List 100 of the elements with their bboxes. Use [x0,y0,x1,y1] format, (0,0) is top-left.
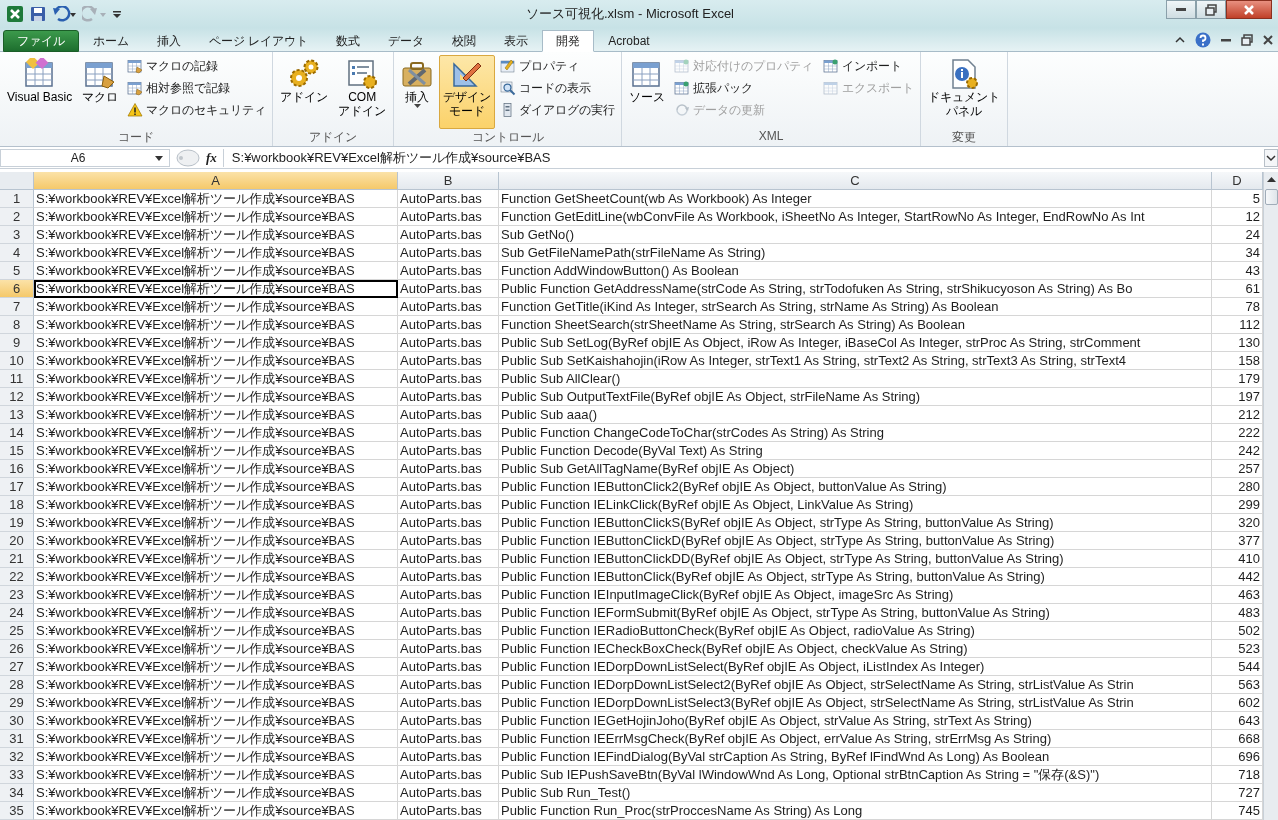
row-header[interactable]: 29 [0,694,34,712]
row-header[interactable]: 4 [0,244,34,262]
table-cell[interactable]: Public Function IEFormSubmit(ByRef objIE As Object, strType As String, buttonValue As String) [499,604,1212,622]
table-cell[interactable]: S:¥workbook¥REV¥Excel解析ツール作成¥source¥BAS [34,568,398,586]
column-header[interactable]: B [398,172,499,190]
row-header[interactable]: 30 [0,712,34,730]
table-cell[interactable]: S:¥workbook¥REV¥Excel解析ツール作成¥source¥BAS [34,298,398,316]
row-header[interactable]: 26 [0,640,34,658]
table-cell[interactable]: Public Sub Run_Test() [499,784,1212,802]
expand-icon[interactable] [1264,149,1278,167]
table-cell[interactable]: Function GetSheetCount(wb As Workbook) As Integer [499,190,1212,208]
table-cell[interactable]: AutoParts.bas [398,280,499,298]
row-header[interactable]: 22 [0,568,34,586]
table-cell[interactable]: AutoParts.bas [398,532,499,550]
table-cell[interactable]: S:¥workbook¥REV¥Excel解析ツール作成¥source¥BAS [34,802,398,820]
table-cell[interactable]: AutoParts.bas [398,766,499,784]
table-cell[interactable]: S:¥workbook¥REV¥Excel解析ツール作成¥source¥BAS [34,280,398,298]
row-header[interactable]: 15 [0,442,34,460]
table-cell[interactable]: AutoParts.bas [398,514,499,532]
table-cell[interactable]: Public Sub GetAllTagName(ByRef objIE As Object) [499,460,1212,478]
ribbon-button[interactable]: ドキュメント パネル [924,55,1005,129]
table-cell[interactable]: Public Function IEButtonClickS(ByRef objIE As Object, strType As String, buttonValue As String) [499,514,1212,532]
ribbon-tab[interactable]: Acrobat [594,30,664,52]
ribbon-button[interactable]: COM アドイン [334,55,391,129]
ribbon-button[interactable]: マクロ [78,55,123,129]
ribbon-button[interactable]: プロパティ [497,55,619,77]
ribbon-tab[interactable]: 校閲 [438,30,491,52]
ribbon-button[interactable]: 挿入 [397,55,438,129]
table-cell[interactable]: AutoParts.bas [398,658,499,676]
scroll-thumb[interactable] [1265,189,1278,205]
row-header[interactable]: 7 [0,298,34,316]
table-cell[interactable]: Function GetEditLine(wbConvFile As Workbook, iSheetNo As Integer, StartRowNo As Integer, EndRowNo As Int [499,208,1212,226]
ribbon-tab[interactable]: データ [374,30,439,52]
table-cell[interactable]: AutoParts.bas [398,208,499,226]
column-header[interactable]: C [499,172,1212,190]
table-cell[interactable]: Function SheetSearch(strSheetName As String, strSearch As String) As Boolean [499,316,1212,334]
ribbon-tab[interactable]: 表示 [490,30,543,52]
ribbon-tab[interactable]: 挿入 [143,30,195,52]
table-cell[interactable]: S:¥workbook¥REV¥Excel解析ツール作成¥source¥BAS [34,550,398,568]
table-cell[interactable]: Public Function IEButtonClick2(ByRef objIE As Object, buttonValue As String) [499,478,1212,496]
ribbon-tab[interactable]: 数式 [322,30,375,52]
ribbon-button[interactable]: ソース [625,55,670,129]
table-cell[interactable]: AutoParts.bas [398,352,499,370]
ribbon-button[interactable]: ダイアログの実行 [497,99,619,121]
restore-icon[interactable] [1241,33,1253,46]
table-cell[interactable]: AutoParts.bas [398,748,499,766]
table-cell[interactable]: S:¥workbook¥REV¥Excel解析ツール作成¥source¥BAS [34,334,398,352]
spreadsheet-logo-icon[interactable] [6,5,24,23]
table-cell[interactable]: Public Function Run_Proc(strProccesName As String) As Long [499,802,1212,820]
save-icon[interactable] [30,6,46,22]
table-cell[interactable]: AutoParts.bas [398,712,499,730]
table-cell[interactable]: Public Function IELinkClick(ByRef objIE As Object, LinkValue As String) [499,496,1212,514]
row-header[interactable]: 14 [0,424,34,442]
row-header[interactable]: 13 [0,406,34,424]
table-cell[interactable]: Public Function IEButtonClick(ByRef objIE As Object, strType As String, buttonValue As String) [499,568,1212,586]
table-cell[interactable]: S:¥workbook¥REV¥Excel解析ツール作成¥source¥BAS [34,766,398,784]
ribbon-button[interactable]: マクロの記録 [124,55,270,77]
table-cell[interactable]: AutoParts.bas [398,190,499,208]
ribbon-tab[interactable]: 開発 [542,30,595,52]
row-header[interactable]: 24 [0,604,34,622]
resize-handle-icon[interactable] [176,149,200,167]
table-cell[interactable]: S:¥workbook¥REV¥Excel解析ツール作成¥source¥BAS [34,316,398,334]
table-cell[interactable]: S:¥workbook¥REV¥Excel解析ツール作成¥source¥BAS [34,676,398,694]
table-cell[interactable]: S:¥workbook¥REV¥Excel解析ツール作成¥source¥BAS [34,784,398,802]
table-cell[interactable]: S:¥workbook¥REV¥Excel解析ツール作成¥source¥BAS [34,370,398,388]
table-cell[interactable]: Sub GetFileNamePath(strFileName As String) [499,244,1212,262]
row-header[interactable]: 21 [0,550,34,568]
table-cell[interactable]: Public Function IEFindDialog(ByVal strCaption As String, ByRef lFindWnd As Long) As Boolean [499,748,1212,766]
row-header[interactable]: 34 [0,784,34,802]
table-cell[interactable]: S:¥workbook¥REV¥Excel解析ツール作成¥source¥BAS [34,208,398,226]
table-cell[interactable]: Public Sub OutputTextFile(ByRef objIE As Object, strFileName As String) [499,388,1212,406]
table-cell[interactable]: S:¥workbook¥REV¥Excel解析ツール作成¥source¥BAS [34,190,398,208]
table-cell[interactable]: AutoParts.bas [398,478,499,496]
row-header[interactable]: 5 [0,262,34,280]
help-icon[interactable] [1195,31,1211,48]
table-cell[interactable]: Public Sub IEPushSaveBtn(ByVal lWindowWnd As Long, Optional strBtnCaption As String = "保存(&S)") [499,766,1212,784]
row-header[interactable]: 20 [0,532,34,550]
table-cell[interactable]: AutoParts.bas [398,298,499,316]
ribbon-tab[interactable]: ページ レイアウト [195,30,323,52]
table-cell[interactable]: S:¥workbook¥REV¥Excel解析ツール作成¥source¥BAS [34,262,398,280]
row-header[interactable]: 33 [0,766,34,784]
row-header[interactable]: 25 [0,622,34,640]
table-cell[interactable]: AutoParts.bas [398,370,499,388]
table-cell[interactable]: Public Sub SetKaishahojin(iRow As Integer, strText1 As String, strText2 As String, strText3 As String, strText4 [499,352,1212,370]
table-cell[interactable]: AutoParts.bas [398,622,499,640]
table-cell[interactable]: S:¥workbook¥REV¥Excel解析ツール作成¥source¥BAS [34,460,398,478]
row-header[interactable]: 3 [0,226,34,244]
table-cell[interactable]: Public Function IEDorpDownListSelect(ByRef objIE As Object, iListIndex As Integer) [499,658,1212,676]
table-cell[interactable]: AutoParts.bas [398,640,499,658]
table-cell[interactable]: S:¥workbook¥REV¥Excel解析ツール作成¥source¥BAS [34,226,398,244]
row-header[interactable]: 35 [0,802,34,820]
name-box[interactable]: A6 [0,149,170,167]
ribbon-button[interactable]: Visual Basic [3,55,77,129]
table-cell[interactable]: AutoParts.bas [398,730,499,748]
vertical-scrollbar[interactable] [1263,172,1278,820]
ribbon-tab[interactable]: ホーム [79,30,143,52]
row-header[interactable]: 16 [0,460,34,478]
table-cell[interactable]: S:¥workbook¥REV¥Excel解析ツール作成¥source¥BAS [34,730,398,748]
close-icon[interactable] [1262,33,1274,46]
table-cell[interactable]: Public Function IECheckBoxCheck(ByRef objIE As Object, checkValue As String) [499,640,1212,658]
